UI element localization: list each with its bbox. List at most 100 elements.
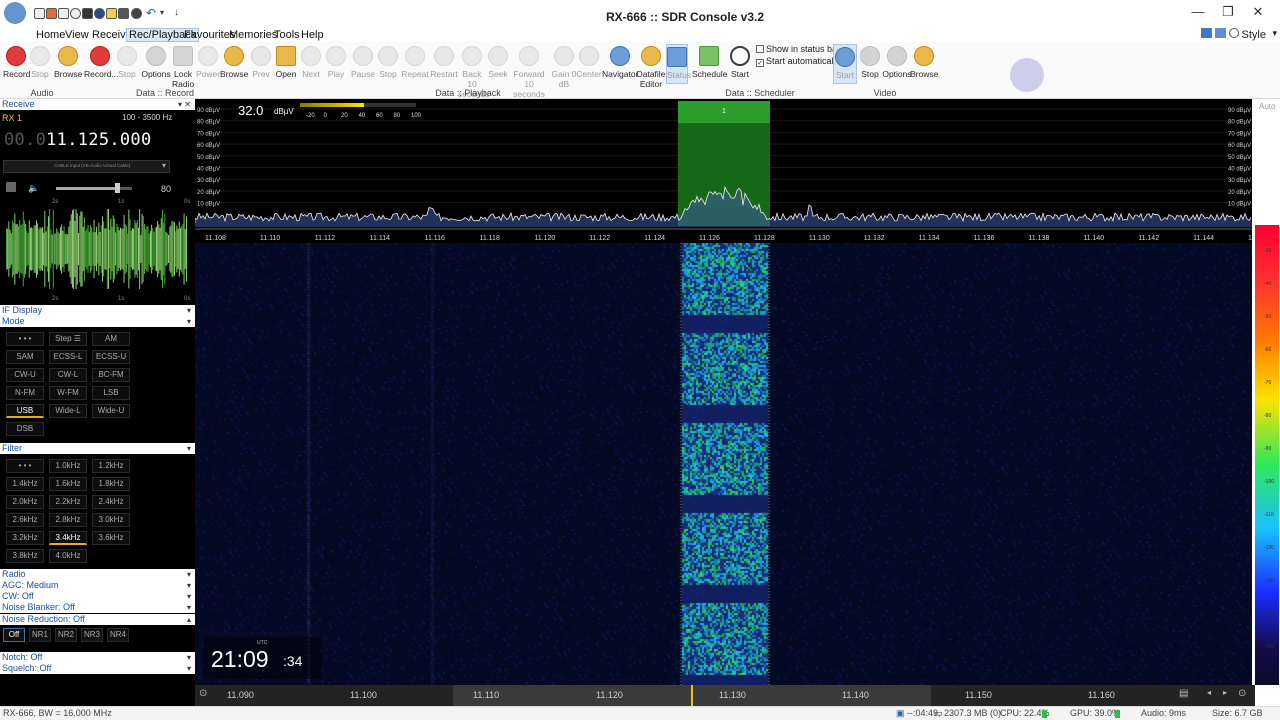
cw-row[interactable]: CW: Off ▾: [0, 591, 195, 602]
user-quick-icon[interactable]: [131, 8, 142, 19]
video-browse-button[interactable]: Browse: [910, 46, 938, 79]
volume-slider[interactable]: [56, 183, 132, 193]
close-panel-icon[interactable]: ▾ ✕: [178, 99, 191, 110]
agc-row[interactable]: AGC: Medium ▾: [0, 580, 195, 591]
filter-header[interactable]: Filter ▾: [0, 443, 195, 454]
data-record-button[interactable]: Record...: [84, 46, 119, 79]
auto-scale-button[interactable]: Auto: [1259, 102, 1275, 111]
pause-button[interactable]: Pause: [351, 46, 375, 79]
mode-header[interactable]: Mode ▾: [0, 316, 195, 327]
record-quick-icon[interactable]: [82, 8, 93, 19]
nr-nr2-button[interactable]: NR2: [55, 628, 77, 642]
mode-dsb-button[interactable]: DSB: [6, 422, 44, 436]
menu-home[interactable]: Home: [36, 29, 65, 41]
gain-button[interactable]: Gain 0 dB: [551, 46, 577, 89]
mode-ecss-l-button[interactable]: ECSS-L: [49, 350, 87, 364]
if-display-header[interactable]: IF Display ▾: [0, 305, 195, 316]
video-stop-button[interactable]: Stop: [858, 46, 882, 79]
style-button[interactable]: Style: [1242, 29, 1266, 41]
restart-button[interactable]: Restart: [430, 46, 458, 79]
navigator-bar[interactable]: 11.090 11.100 11.110 11.120 11.130 11.140 11.1…: [195, 685, 1255, 706]
stop-quick-icon[interactable]: [46, 8, 57, 19]
open-button[interactable]: Open: [274, 46, 298, 79]
mode-usb-button[interactable]: USB: [6, 404, 44, 418]
playback-stop-button[interactable]: Stop: [376, 46, 400, 79]
noise-blanker-row[interactable]: Noise Blanker: Off ▾: [0, 602, 195, 613]
schedule-button[interactable]: Schedule: [692, 46, 727, 79]
filter-1-0khz-button[interactable]: 1.0kHz: [49, 459, 87, 473]
filter-3-4khz-button[interactable]: 3.4kHz: [49, 531, 87, 545]
filter-2-4khz-button[interactable]: 2.4kHz: [92, 495, 130, 509]
audio-browse-button[interactable]: Browse: [54, 46, 82, 79]
spectrum-display[interactable]: 90 dBµV 90 dBµV 80 dBµV 80 dBµV 70 dBµV 70 dB…: [195, 99, 1252, 243]
lock-radio-button[interactable]: Lock Radio: [172, 46, 194, 89]
video-start-button[interactable]: Start: [833, 44, 857, 84]
restore-button[interactable]: ❐: [1214, 2, 1242, 22]
mode-ecss-u-button[interactable]: ECSS-U: [92, 350, 130, 364]
camera-quick-icon[interactable]: [118, 8, 129, 19]
filter-1-6khz-button[interactable]: 1.6kHz: [49, 477, 87, 491]
filter-2-6khz-button[interactable]: 2.6kHz: [6, 513, 44, 527]
folder-quick-icon[interactable]: [58, 8, 69, 19]
filter-3-6khz-button[interactable]: 3.6kHz: [92, 531, 130, 545]
more-dropdown-icon[interactable]: ↓: [174, 7, 179, 18]
mode-wide-u-button[interactable]: Wide-U: [92, 404, 130, 418]
globe-quick-icon[interactable]: [94, 8, 105, 19]
filter-1-8khz-button[interactable]: 1.8kHz: [92, 477, 130, 491]
nr-nr1-button[interactable]: NR1: [29, 628, 51, 642]
radio-header[interactable]: Radio ▾: [0, 569, 195, 580]
nr-nr3-button[interactable]: NR3: [81, 628, 103, 642]
mode-more-button[interactable]: • • •: [6, 332, 44, 346]
play-button[interactable]: Play: [324, 46, 348, 79]
power-button[interactable]: Power: [195, 46, 221, 79]
next-button[interactable]: Next: [299, 46, 323, 79]
menu-help[interactable]: Help: [301, 29, 324, 41]
style-dropdown-icon[interactable]: ▾: [1272, 28, 1277, 39]
seek-button[interactable]: Seek: [487, 46, 509, 79]
play-quick-icon[interactable]: [70, 8, 81, 19]
home-quick-icon[interactable]: [34, 8, 45, 19]
nr-off-button[interactable]: Off: [3, 628, 25, 642]
zoom-icon[interactable]: ⊙: [1238, 688, 1246, 699]
nr-nr4-button[interactable]: NR4: [107, 628, 129, 642]
audio-device-select[interactable]: CABLE Input (VB-Audio Virtual Cable) ▾: [3, 160, 170, 173]
layout-icon-2[interactable]: [1215, 28, 1226, 38]
data-browse-button[interactable]: Browse: [220, 46, 248, 79]
mode-cw-l-button[interactable]: CW-L: [49, 368, 87, 382]
navigator-settings-icon[interactable]: ⊙: [199, 688, 207, 699]
close-button[interactable]: ✕: [1244, 2, 1272, 22]
frequency-display[interactable]: 00.011.125.000: [4, 130, 152, 150]
customize-dropdown-icon[interactable]: ▾: [160, 8, 164, 17]
noise-reduction-row[interactable]: Noise Reduction: Off ▴: [0, 614, 195, 625]
mode-cw-u-button[interactable]: CW-U: [6, 368, 44, 382]
scroll-right-icon[interactable]: ▸: [1223, 688, 1227, 697]
scroll-left-icon[interactable]: ◂: [1207, 688, 1211, 697]
scheduler-start-button[interactable]: Start: [728, 46, 752, 79]
show-in-status-bar-checkbox[interactable]: Show in status bar: [756, 44, 840, 54]
filter-3-8khz-button[interactable]: 3.8kHz: [6, 549, 44, 563]
layout-icon-1[interactable]: [1201, 28, 1212, 38]
filter-more-button[interactable]: • • •: [6, 459, 44, 473]
mode-wide-l-button[interactable]: Wide-L: [49, 404, 87, 418]
filter-2-2khz-button[interactable]: 2.2kHz: [49, 495, 87, 509]
data-options-button[interactable]: Options: [140, 46, 172, 79]
menu-memories[interactable]: Memories: [229, 29, 277, 41]
center-button[interactable]: Center: [576, 46, 602, 79]
audio-record-button[interactable]: Record: [3, 46, 30, 79]
filter-1-2khz-button[interactable]: 1.2kHz: [92, 459, 130, 473]
volume-thumb[interactable]: [114, 183, 120, 193]
star-quick-icon[interactable]: [106, 8, 117, 19]
mode-step-button[interactable]: Step ☰: [49, 332, 87, 346]
speaker-icon[interactable]: 🔈: [28, 183, 39, 194]
mode-am-button[interactable]: AM: [92, 332, 130, 346]
mode-sam-button[interactable]: SAM: [6, 350, 44, 364]
squelch-row[interactable]: Squelch: Off ▾: [0, 663, 195, 674]
mode-w-fm-button[interactable]: W-FM: [49, 386, 87, 400]
filter-3-0khz-button[interactable]: 3.0kHz: [92, 513, 130, 527]
keyboard-icon[interactable]: ▤: [1179, 688, 1188, 699]
undo-icon[interactable]: ↶: [146, 6, 156, 20]
navigator-button[interactable]: Navigator: [602, 46, 638, 79]
filter-1-4khz-button[interactable]: 1.4kHz: [6, 477, 44, 491]
menu-tools[interactable]: Tools: [274, 29, 300, 41]
video-options-button[interactable]: Options: [882, 46, 912, 79]
